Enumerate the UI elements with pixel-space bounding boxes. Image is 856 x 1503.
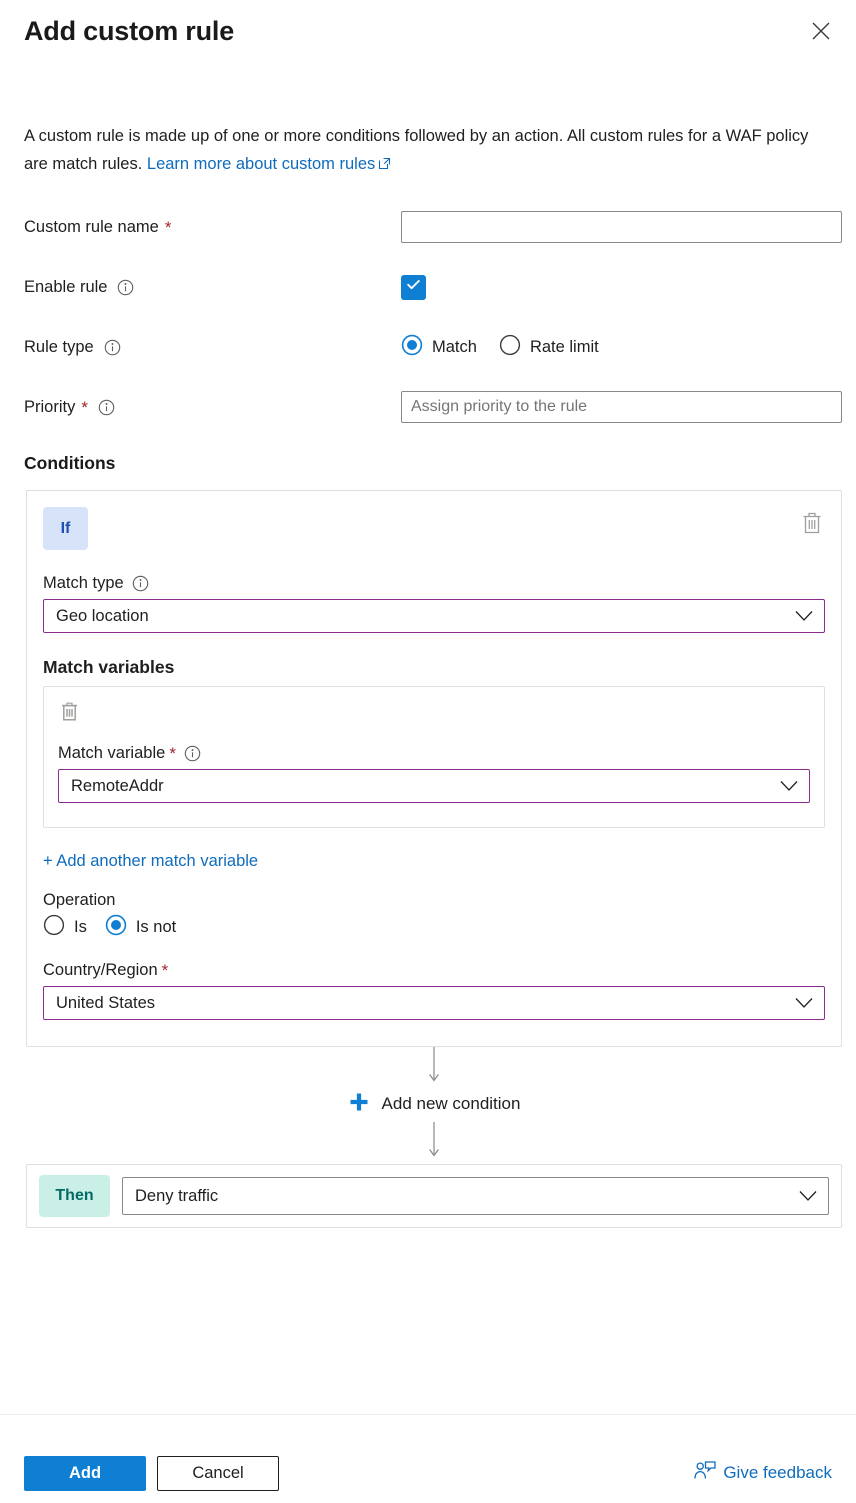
delete-match-variable-button[interactable] xyxy=(58,699,81,724)
priority-input[interactable] xyxy=(401,391,842,423)
required-indicator: * xyxy=(161,961,169,980)
person-feedback-icon xyxy=(694,1460,716,1486)
radio-label-is-not: Is not xyxy=(135,918,177,936)
arrow-down-icon xyxy=(427,1047,441,1085)
close-icon xyxy=(811,21,831,41)
match-type-label-text: Match type xyxy=(43,574,124,592)
rule-type-label: Rule type xyxy=(24,336,401,358)
country-region-field: Country/Region * United States xyxy=(43,961,825,1020)
row-custom-rule-name: Custom rule name * xyxy=(24,205,842,249)
info-icon[interactable] xyxy=(98,399,115,416)
custom-rule-name-input[interactable] xyxy=(401,211,842,243)
external-link-icon xyxy=(378,151,391,179)
required-indicator: * xyxy=(169,744,176,763)
enable-rule-label: Enable rule xyxy=(24,276,401,298)
rule-type-radio-group: Match Rate limit xyxy=(401,334,599,361)
give-feedback-label: Give feedback xyxy=(723,1463,832,1482)
match-variable-card: Match variable * RemoteAddr xyxy=(43,686,825,828)
info-icon[interactable] xyxy=(104,339,121,356)
radio-selected-icon xyxy=(401,334,423,361)
rule-type-label-text: Rule type xyxy=(24,338,94,356)
radio-operation-is[interactable]: Is xyxy=(43,914,87,941)
radio-label-is: Is xyxy=(74,918,87,936)
priority-label-text: Priority xyxy=(24,398,76,416)
info-icon[interactable] xyxy=(117,279,134,296)
give-feedback-link[interactable]: Give feedback xyxy=(694,1460,832,1486)
conditions-heading: Conditions xyxy=(24,453,116,473)
country-region-dropdown[interactable]: United States xyxy=(43,986,825,1020)
custom-rule-name-label: Custom rule name * xyxy=(24,216,401,238)
close-button[interactable] xyxy=(804,14,838,48)
add-condition-block: Add new condition xyxy=(26,1047,842,1160)
dialog-footer: Add Cancel Give feedback xyxy=(0,1414,856,1503)
custom-rule-name-label-text: Custom rule name xyxy=(24,218,159,236)
info-icon[interactable] xyxy=(132,575,149,592)
radio-selected-icon xyxy=(105,914,127,941)
chevron-down-icon xyxy=(799,1191,817,1202)
required-indicator: * xyxy=(81,397,88,417)
priority-label: Priority * xyxy=(24,396,401,418)
arrow-down-icon xyxy=(427,1122,441,1160)
enable-rule-checkbox[interactable] xyxy=(401,274,426,300)
radio-label-rate-limit: Rate limit xyxy=(529,337,599,356)
checkmark-icon xyxy=(405,276,422,298)
match-variables-heading: Match variables xyxy=(43,657,175,677)
learn-more-link[interactable]: Learn more about custom rules xyxy=(147,155,391,173)
intro-text: A custom rule is made up of one or more … xyxy=(0,122,830,179)
action-value: Deny traffic xyxy=(135,1186,219,1205)
plus-icon xyxy=(348,1091,370,1116)
trash-icon xyxy=(801,512,823,538)
match-type-value: Geo location xyxy=(56,606,149,625)
rule-basics-form: Custom rule name * Enable rule Rule type… xyxy=(0,205,856,429)
match-variable-label: Match variable * xyxy=(58,744,810,763)
match-variable-dropdown[interactable]: RemoteAddr xyxy=(58,769,810,803)
intro-body: A custom rule is made up of one or more … xyxy=(24,127,809,173)
dialog-header: Add custom rule xyxy=(0,0,856,72)
row-rule-type: Rule type Match Rate limit xyxy=(24,325,842,369)
country-region-label: Country/Region * xyxy=(43,961,825,980)
match-variable-value: RemoteAddr xyxy=(71,776,164,795)
radio-unselected-icon xyxy=(499,334,521,361)
radio-rule-type-rate-limit[interactable]: Rate limit xyxy=(499,334,599,361)
chevron-down-icon xyxy=(795,998,813,1009)
row-priority: Priority * xyxy=(24,385,842,429)
country-region-label-text: Country/Region xyxy=(43,961,158,979)
country-region-value: United States xyxy=(56,993,156,1012)
operation-field: Operation Is Is not xyxy=(43,891,825,941)
radio-operation-is-not[interactable]: Is not xyxy=(105,914,176,941)
info-icon[interactable] xyxy=(184,745,201,762)
add-new-condition-button[interactable]: Add new condition xyxy=(344,1085,525,1122)
page-title: Add custom rule xyxy=(24,16,235,46)
learn-more-label: Learn more about custom rules xyxy=(146,155,376,173)
row-enable-rule: Enable rule xyxy=(24,265,842,309)
chevron-down-icon xyxy=(795,611,813,622)
then-badge: Then xyxy=(39,1175,110,1217)
trash-icon xyxy=(60,702,79,725)
radio-label-match: Match xyxy=(432,337,477,356)
if-badge: If xyxy=(43,507,88,550)
match-type-label: Match type xyxy=(43,574,825,593)
chevron-down-icon xyxy=(780,781,798,792)
operation-radio-group: Is Is not xyxy=(43,914,825,941)
required-indicator: * xyxy=(164,217,172,237)
enable-rule-label-text: Enable rule xyxy=(24,278,108,296)
add-new-condition-label: Add new condition xyxy=(381,1093,521,1113)
action-dropdown[interactable]: Deny traffic xyxy=(122,1177,829,1215)
match-type-field: Match type Geo location xyxy=(43,574,825,633)
condition-card: If Match type Geo location Match variabl… xyxy=(26,490,842,1047)
cancel-button[interactable]: Cancel xyxy=(157,1455,279,1491)
radio-rule-type-match[interactable]: Match xyxy=(401,334,477,361)
add-another-match-variable-link[interactable]: + Add another match variable xyxy=(43,852,258,871)
match-type-dropdown[interactable]: Geo location xyxy=(43,599,825,633)
action-card: Then Deny traffic xyxy=(26,1164,842,1228)
delete-condition-button[interactable] xyxy=(797,507,827,539)
add-button[interactable]: Add xyxy=(24,1455,146,1491)
radio-unselected-icon xyxy=(43,914,65,941)
operation-label: Operation xyxy=(43,891,116,909)
match-variable-label-text: Match variable xyxy=(58,744,166,762)
match-variables-section: Match variables Match variable * RemoteA… xyxy=(43,657,825,871)
